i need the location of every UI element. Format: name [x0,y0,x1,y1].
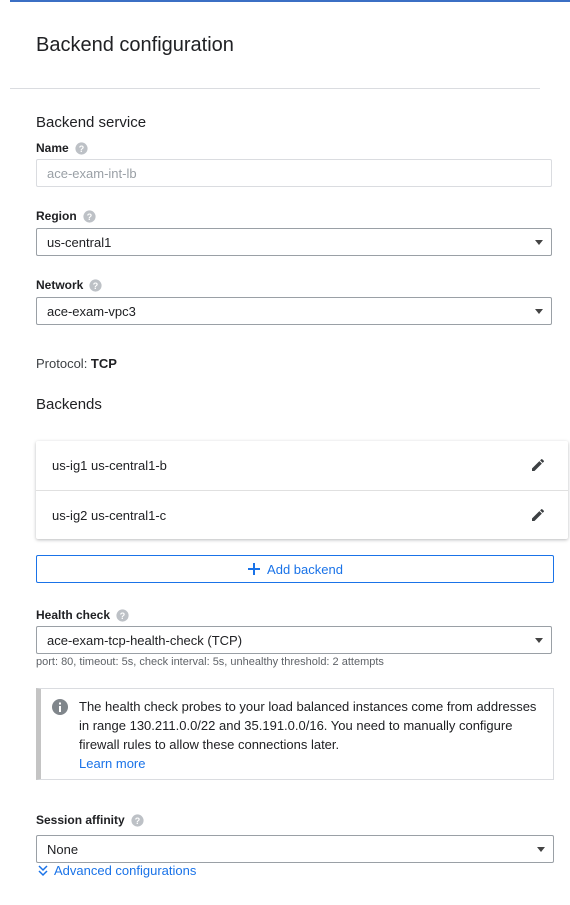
info-text: The health check probes to your load bal… [79,699,537,752]
name-field: ace-exam-int-lb [36,159,552,187]
backends-list: us-ig1 us-central1-b us-ig2 us-central1-… [36,441,568,539]
learn-more-link[interactable]: Learn more [79,756,145,771]
svg-text:?: ? [93,280,98,290]
health-check-label: Health check ? [36,608,129,622]
chevron-down-icon [537,847,545,852]
add-backend-button[interactable]: Add backend [36,555,554,583]
add-backend-label: Add backend [267,561,343,577]
backend-row[interactable]: us-ig2 us-central1-c [36,490,568,539]
svg-text:?: ? [134,815,139,825]
help-icon[interactable]: ? [83,209,96,223]
region-label-text: Region [36,209,77,223]
advanced-configurations-toggle[interactable]: Advanced configurations [38,863,196,878]
health-check-value: ace-exam-tcp-health-check (TCP) [47,632,243,648]
protocol-line: Protocol: TCP [36,356,117,371]
health-check-info-box: The health check probes to your load bal… [36,688,554,780]
chevron-down-icon [535,240,543,245]
pencil-icon[interactable] [530,457,546,473]
title-divider [10,88,540,89]
name-label-text: Name [36,141,69,155]
plus-icon [248,563,261,575]
chevron-down-icon [535,309,543,314]
protocol-label: Protocol: [36,356,91,371]
svg-text:?: ? [120,610,125,620]
backend-row[interactable]: us-ig1 us-central1-b [36,441,568,490]
name-value: ace-exam-int-lb [47,165,137,181]
network-select[interactable]: ace-exam-vpc3 [36,297,552,325]
double-chevron-down-icon [38,864,48,876]
top-accent-line [10,0,570,2]
help-icon[interactable]: ? [89,278,102,292]
help-icon[interactable]: ? [116,608,129,622]
advanced-configurations-label: Advanced configurations [54,863,197,878]
chevron-down-icon [535,638,543,643]
help-icon[interactable]: ? [75,141,88,155]
network-value: ace-exam-vpc3 [47,303,136,319]
network-label: Network ? [36,278,102,292]
region-select[interactable]: us-central1 [36,228,552,256]
session-affinity-select[interactable]: None [36,835,554,863]
svg-text:?: ? [78,143,83,153]
protocol-value: TCP [90,356,117,371]
session-affinity-value: None [47,841,79,857]
backend-label: us-ig1 us-central1-b [52,458,167,473]
name-label: Name ? [36,141,88,155]
page-title: Backend configuration [36,34,234,56]
health-check-select[interactable]: ace-exam-tcp-health-check (TCP) [36,626,552,654]
backends-heading: Backends [36,396,102,413]
health-check-label-text: Health check [36,608,111,622]
backend-label: us-ig2 us-central1-c [52,507,167,523]
backend-service-heading: Backend service [36,114,147,131]
health-check-details: port: 80, timeout: 5s, check interval: 5… [36,656,384,668]
network-label-text: Network [36,278,84,292]
session-affinity-label-text: Session affinity [36,813,125,827]
region-value: us-central1 [47,234,112,250]
region-label: Region ? [36,209,96,223]
svg-text:?: ? [86,211,91,221]
info-icon [52,699,68,715]
session-affinity-label: Session affinity ? [36,813,144,827]
pencil-icon[interactable] [530,507,546,523]
help-icon[interactable]: ? [131,813,144,827]
